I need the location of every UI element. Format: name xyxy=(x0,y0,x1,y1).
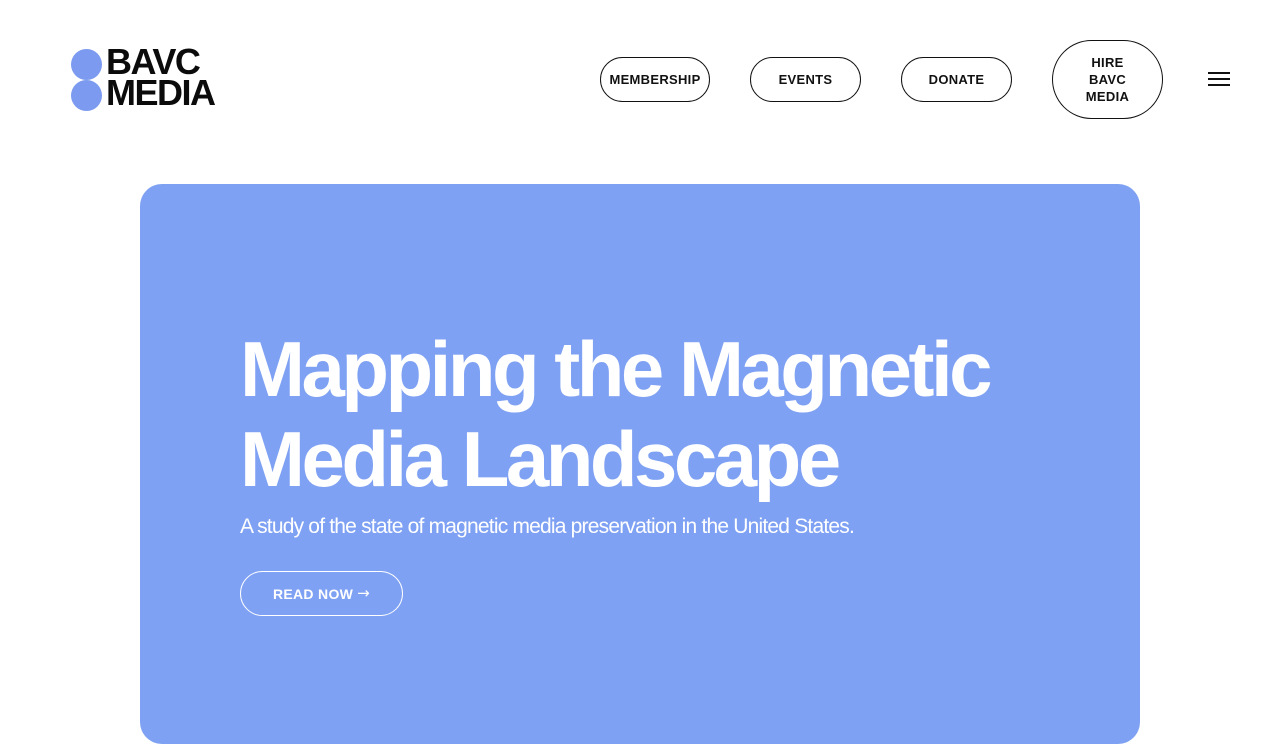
logo-line-2: MEDIA xyxy=(106,72,216,113)
arrow-right-icon: → xyxy=(357,584,371,602)
site-header: BAVC MEDIA MEMBERSHIP EVENTS DONATE HIRE… xyxy=(0,0,1280,160)
hero-title: Mapping the Magnetic Media Landscape xyxy=(240,324,1060,504)
read-now-label: READ NOW xyxy=(272,585,354,602)
logo-dots-icon xyxy=(71,49,103,111)
nav-events-button[interactable]: EVENTS xyxy=(750,57,861,102)
nav-hire-bavc-media-button[interactable]: HIRE BAVC MEDIA xyxy=(1052,40,1163,119)
hero-title-line-2: Media Landscape xyxy=(240,415,841,503)
hero-subtitle: A study of the state of magnetic media p… xyxy=(240,515,855,538)
hamburger-menu-icon[interactable] xyxy=(1208,70,1230,88)
bavc-media-logo[interactable]: BAVC MEDIA xyxy=(71,44,241,113)
logo-dot-top xyxy=(71,49,102,80)
nav-donate-button[interactable]: DONATE xyxy=(901,57,1012,102)
logo-wordmark: BAVC MEDIA xyxy=(106,44,216,113)
nav-membership-button[interactable]: MEMBERSHIP xyxy=(600,57,710,102)
menu-icon-bar xyxy=(1208,78,1230,80)
read-now-button[interactable]: READ NOW → xyxy=(240,571,403,616)
logo-dot-bottom xyxy=(71,80,102,111)
menu-icon-bar xyxy=(1208,84,1230,86)
menu-icon-bar xyxy=(1208,72,1230,74)
hero-title-line-1: Mapping the Magnetic xyxy=(240,325,993,413)
hero-card: Mapping the Magnetic Media Landscape A s… xyxy=(140,184,1140,744)
